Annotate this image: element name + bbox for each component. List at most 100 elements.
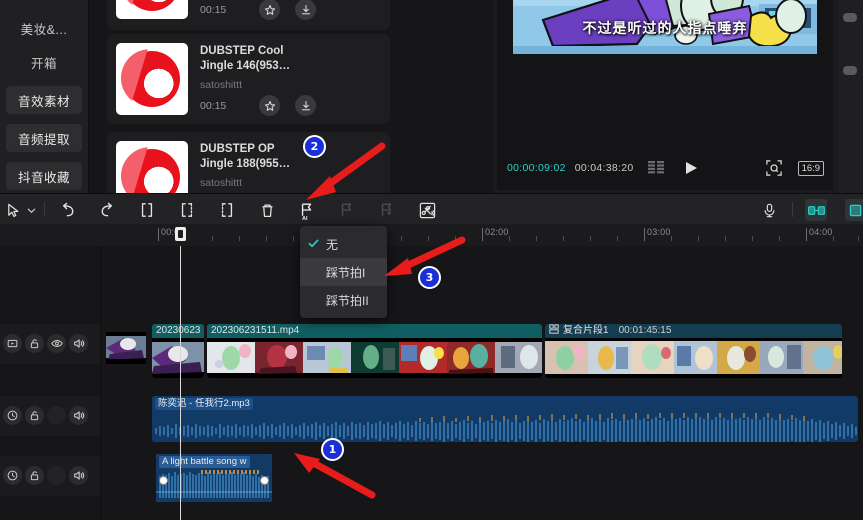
playhead-handle[interactable] (175, 227, 186, 241)
hidden-placeholder-icon (47, 406, 66, 425)
track-type-video-icon[interactable] (3, 334, 22, 353)
checkmark-icon (308, 238, 319, 249)
media-title-line1: DUBSTEP Cool (200, 44, 382, 59)
clip-label: 20230623 (152, 324, 201, 338)
media-item-card[interactable]: 00:15 (107, 0, 390, 30)
unlock-icon[interactable] (25, 406, 44, 425)
current-time-display: 00:00:09:02 (507, 162, 566, 174)
media-thumbnail (116, 0, 188, 19)
media-author: satoshittt (200, 79, 242, 91)
sidebar-item-label: 音效素材 (18, 91, 70, 110)
sidebar-item-label: 开箱 (31, 53, 57, 72)
audio-waveform (152, 396, 858, 442)
volume-icon[interactable] (69, 466, 88, 485)
zoom-fit-icon[interactable] (766, 160, 782, 176)
microphone-icon[interactable] (758, 199, 780, 221)
clip-trim-handle-left[interactable] (159, 476, 168, 485)
sidebar-item-audio-extract[interactable]: 音频提取 (6, 124, 82, 152)
moon-logo-icon (124, 0, 180, 11)
media-title-line2: Jingle 146(953… (200, 59, 382, 74)
media-category-sidebar: 美妆&... 开箱 音效素材 音频提取 抖音收藏 (0, 0, 88, 193)
selected-audio-clip[interactable]: A light battle song w (156, 454, 272, 502)
menu-item-beat-2[interactable]: 踩节拍II (300, 286, 387, 314)
clip-thumbnail-strip (545, 338, 842, 378)
favorite-button[interactable] (259, 95, 280, 116)
rail-button-top[interactable] (843, 13, 857, 22)
trim-left-icon[interactable] (176, 199, 198, 221)
preview-stage[interactable]: 不过是听过的人指点唾弃 (513, 0, 817, 54)
media-item-card[interactable]: DUBSTEP Cool Jingle 146(953… satoshittt … (107, 34, 390, 124)
timeline-toolbar: AI (0, 193, 863, 226)
media-results-list[interactable]: 00:15 DUBSTEP Cool Jingle 146(953… satos… (88, 0, 493, 193)
compound-clip-header: 复合片段1 00:01:45:15 (545, 324, 671, 338)
media-duration: 00:15 (200, 4, 226, 16)
aspect-ratio-label: 16:9 (802, 163, 821, 174)
annotation-badge-2: 2 (303, 135, 326, 158)
unlock-icon[interactable] (25, 334, 44, 353)
clip-label: 复合片段1 (563, 324, 609, 338)
crop-icon[interactable] (845, 199, 863, 221)
clip-thumbnail-strip (207, 338, 542, 378)
preview-subtitle: 不过是听过的人指点唾弃 (513, 18, 817, 38)
moon-logo-icon (124, 51, 180, 107)
sidebar-item-douyin-favorites[interactable]: 抖音收藏 (6, 162, 82, 190)
redo-icon[interactable] (96, 199, 118, 221)
track-type-audio-icon[interactable] (3, 466, 22, 485)
track-header-divider (100, 246, 101, 520)
video-clip[interactable]: 202306231511.mp4 (207, 324, 542, 378)
sidebar-item-label: 音频提取 (18, 129, 70, 148)
menu-item-label: 无 (326, 236, 338, 253)
media-author: satoshittt (200, 177, 242, 189)
compound-clip-icon (549, 324, 559, 338)
right-side-rail (838, 0, 863, 193)
mirror-icon[interactable] (805, 199, 827, 221)
video-clip[interactable]: 20230623 (152, 324, 204, 378)
toolbar-separator (792, 202, 793, 217)
playhead-line (180, 246, 181, 520)
clip-duration: 00:01:45:15 (619, 324, 672, 338)
compound-clip[interactable]: 复合片段1 00:01:45:15 (545, 324, 842, 378)
sidebar-item-makeup[interactable]: 美妆&... (6, 14, 82, 42)
sidebar-item-label: 美妆&... (21, 19, 68, 38)
play-icon[interactable] (684, 161, 698, 175)
rail-button-mid[interactable] (843, 66, 857, 75)
ruler-label: 04:00 (809, 227, 833, 237)
track-type-audio-icon[interactable] (3, 406, 22, 425)
annotation-badge-1: 1 (321, 438, 344, 461)
download-button[interactable] (295, 0, 316, 20)
toolbar-separator (44, 202, 45, 217)
clip-thumbnail-strip (152, 338, 204, 378)
capcut-editor-window: 美妆&... 开箱 音效素材 音频提取 抖音收藏 00:15 (0, 0, 863, 520)
chevron-down-icon[interactable] (20, 199, 42, 221)
split-view-icon[interactable] (648, 161, 666, 175)
eye-icon[interactable] (47, 334, 66, 353)
sidebar-item-sound-effects[interactable]: 音效素材 (6, 86, 82, 114)
trim-right-icon[interactable] (216, 199, 238, 221)
media-thumbnail (116, 43, 188, 115)
menu-item-label: 踩节拍II (326, 292, 369, 309)
clip-cover-thumbnail[interactable] (106, 332, 146, 364)
menu-item-label: 踩节拍I (326, 264, 365, 281)
favorite-button[interactable] (259, 0, 280, 20)
volume-icon[interactable] (69, 334, 88, 353)
download-button[interactable] (295, 95, 316, 116)
track-header-video (0, 324, 100, 364)
hidden-placeholder-icon (47, 466, 66, 485)
track-header-audio-1 (0, 396, 100, 436)
sidebar-item-unboxing[interactable]: 开箱 (6, 48, 82, 76)
ruler-label: 02:00 (485, 227, 509, 237)
undo-icon[interactable] (56, 199, 78, 221)
unlock-icon[interactable] (25, 466, 44, 485)
aspect-ratio-button[interactable]: 16:9 (798, 161, 825, 176)
sidebar-item-label: 抖音收藏 (18, 167, 70, 186)
volume-icon[interactable] (69, 406, 88, 425)
preview-panel: 不过是听过的人指点唾弃 00:00:09:02 00:04:38:20 (497, 0, 833, 190)
ruler-label: 03:00 (647, 227, 671, 237)
clip-trim-handle-right[interactable] (260, 476, 269, 485)
split-icon[interactable] (136, 199, 158, 221)
delete-icon[interactable] (256, 199, 278, 221)
clip-label: 202306231511.mp4 (207, 324, 299, 338)
audio-clip[interactable]: 陈奕迅 - 任我行2.mp3 (152, 396, 858, 442)
audio-separate-icon[interactable] (416, 199, 438, 221)
clip-label: A light battle song w (159, 456, 250, 468)
